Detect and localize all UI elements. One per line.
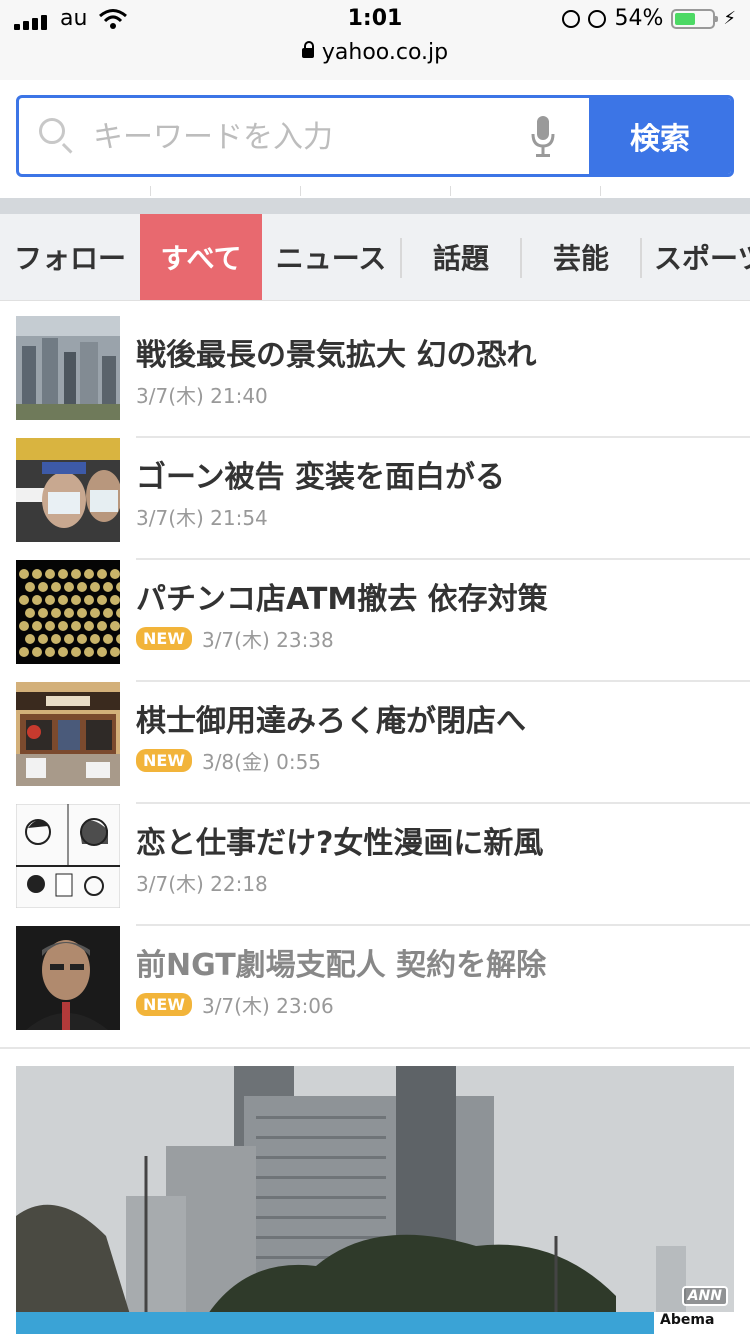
search-icon: [39, 118, 65, 144]
news-thumbnail: [16, 804, 120, 908]
microphone-icon[interactable]: [531, 116, 555, 158]
news-item[interactable]: ゴーン被告 変装を面白がる 3/7(木) 21:54: [0, 438, 750, 560]
section-divider: [0, 1047, 750, 1049]
search-input[interactable]: [91, 112, 515, 162]
shortcut-row: [0, 186, 750, 198]
tab-sports[interactable]: スポーツ: [642, 214, 750, 300]
news-thumbnail: [16, 926, 120, 1030]
news-date: 3/7(木) 23:38: [201, 628, 334, 652]
news-title: 恋と仕事だけ?女性漫画に新風: [136, 826, 544, 861]
news-date: 3/8(金) 0:55: [201, 750, 322, 774]
caption-bar: [16, 1312, 734, 1334]
news-thumbnail: [16, 682, 120, 786]
url-text: yahoo.co.jp: [321, 40, 449, 65]
tab-topics[interactable]: 話題: [402, 214, 520, 300]
news-date: 3/7(木) 21:40: [136, 384, 268, 408]
news-item[interactable]: 棋士御用達みろく庵が閉店へ NEW 3/8(金) 0:55: [0, 682, 750, 804]
search-button[interactable]: 検索: [589, 98, 731, 174]
news-item[interactable]: パチンコ店ATM撤去 依存対策 NEW 3/7(木) 23:38: [0, 560, 750, 682]
building-photo: [16, 1066, 734, 1334]
news-thumbnail: [16, 438, 120, 542]
section-separator: [0, 198, 750, 214]
search-box: 検索: [16, 95, 734, 177]
news-item[interactable]: 戦後最長の景気拡大 幻の恐れ 3/7(木) 21:40: [0, 316, 750, 438]
charging-icon: ⚡: [723, 8, 736, 29]
new-badge: NEW: [136, 627, 192, 650]
news-item[interactable]: 恋と仕事だけ?女性漫画に新風 3/7(木) 22:18: [0, 804, 750, 926]
news-thumbnail: [16, 316, 120, 420]
news-item[interactable]: 前NGT劇場支配人 契約を解除 NEW 3/7(木) 23:06: [0, 926, 750, 1048]
alarm-icon: [588, 9, 607, 28]
rotation-lock-icon: [562, 9, 581, 28]
battery-percent: 54%: [614, 6, 664, 31]
news-title: 棋士御用達みろく庵が閉店へ: [136, 704, 526, 739]
battery-icon: [671, 8, 719, 29]
tab-entertainment[interactable]: 芸能: [522, 214, 640, 300]
news-date: 3/7(木) 23:06: [201, 994, 334, 1018]
category-tabs: フォロー すべて ニュース 話題 芸能 スポーツ: [0, 214, 750, 301]
address-bar[interactable]: yahoo.co.jp: [0, 40, 750, 65]
new-badge: NEW: [136, 749, 192, 772]
tab-all[interactable]: すべて: [140, 214, 262, 300]
tab-news[interactable]: ニュース: [262, 214, 400, 300]
abema-logo: Abema: [654, 1312, 734, 1334]
feature-news-image[interactable]: ANN Abema: [16, 1066, 734, 1334]
news-title: ゴーン被告 変装を面白がる: [136, 460, 505, 495]
news-title: パチンコ店ATM撤去 依存対策: [136, 582, 548, 617]
ann-watermark: ANN: [681, 1286, 728, 1306]
news-title: 戦後最長の景気拡大 幻の恐れ: [136, 338, 537, 373]
lock-icon: [301, 41, 314, 58]
news-thumbnail: [16, 560, 120, 664]
news-date: 3/7(木) 21:54: [136, 506, 268, 530]
tab-follow[interactable]: フォロー: [0, 214, 140, 300]
new-badge: NEW: [136, 993, 192, 1016]
news-date: 3/7(木) 22:18: [136, 872, 268, 896]
status-bar: au 1:01 yahoo.co.jp 54% ⚡: [0, 0, 750, 80]
news-title: 前NGT劇場支配人 契約を解除: [136, 948, 547, 983]
